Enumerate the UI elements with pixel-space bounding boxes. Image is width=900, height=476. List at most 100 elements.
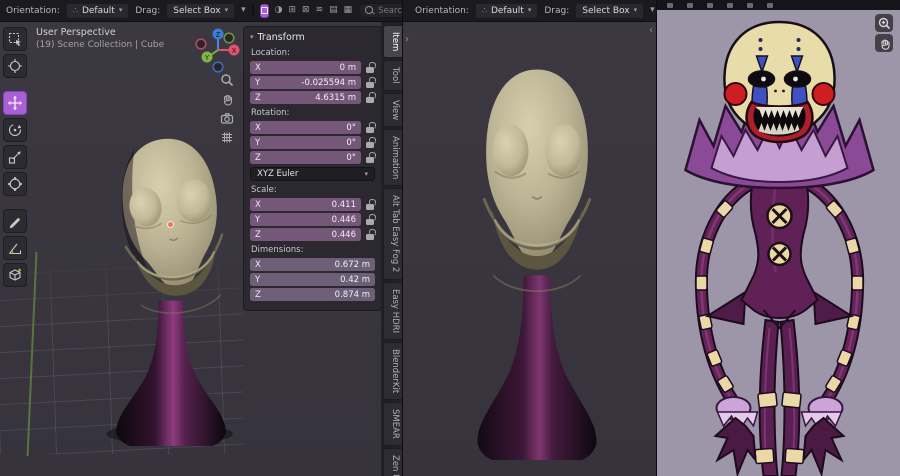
symmetry-icon[interactable]: ⊠ xyxy=(302,6,310,15)
tool-annotate-button[interactable] xyxy=(3,209,27,233)
snap-icon[interactable]: ⊞ xyxy=(289,6,297,15)
header-icon[interactable] xyxy=(667,2,673,8)
viewport1-header: Orientation: ∴ Default ▾ Drag: Select Bo… xyxy=(0,0,402,22)
scale-y-field[interactable]: Y 0.446 xyxy=(250,213,361,226)
tab-tool[interactable]: Tool xyxy=(383,60,402,91)
scale-z-field[interactable]: Z 0.446 xyxy=(250,228,361,241)
tool-select-box-button[interactable] xyxy=(3,27,27,51)
tab-easy-hdri[interactable]: Easy HDRI xyxy=(383,281,402,340)
lock-icon[interactable] xyxy=(365,122,375,134)
tool-measure-button[interactable] xyxy=(3,236,27,260)
rotation-y-field[interactable]: Y 0° xyxy=(250,136,361,149)
drag-dropdown[interactable]: Select Box ▾ xyxy=(166,2,236,19)
chevron-down-icon[interactable]: ▾ xyxy=(241,6,246,15)
tab-zen-uv-checker[interactable]: Zen UV Checker xyxy=(383,447,402,476)
tool-rotate-button[interactable] xyxy=(3,118,27,142)
lock-icon[interactable] xyxy=(365,92,375,104)
tool-add-cube-button[interactable] xyxy=(3,263,27,287)
lock-icon[interactable] xyxy=(365,152,375,164)
lock-icon[interactable] xyxy=(365,77,375,89)
location-y-field[interactable]: Y -0.025594 m xyxy=(250,76,361,89)
dimensions-z-field[interactable]: Z 0.874 m xyxy=(250,288,375,301)
tool-cursor-button[interactable] xyxy=(3,54,27,78)
drag-dropdown[interactable]: Select Box ▾ xyxy=(575,2,645,19)
measure-icon xyxy=(9,243,22,255)
viewport-3d-center: › ‹ Orientation: ∴ Default ▾ Drag: Selec… xyxy=(403,0,657,476)
tab-item[interactable]: Item xyxy=(383,25,402,59)
shading-sphere-icon[interactable] xyxy=(251,4,254,17)
lock-icon[interactable] xyxy=(365,199,375,211)
pan-hand-icon xyxy=(880,39,890,50)
clown-concept-art xyxy=(684,20,875,476)
overlays-icon[interactable]: ▤ xyxy=(329,6,338,15)
header-icon[interactable] xyxy=(767,2,773,8)
scale-x-field[interactable]: X 0.411 xyxy=(250,198,361,211)
mirror-icon[interactable]: ≋ xyxy=(316,6,324,15)
lock-icon[interactable] xyxy=(365,214,375,226)
tab-smear[interactable]: SMEAR xyxy=(383,402,402,446)
chevron-down-icon[interactable]: ▾ xyxy=(650,6,655,15)
rotation-x-field[interactable]: X 0° xyxy=(250,121,361,134)
chevron-down-icon: ▾ xyxy=(633,6,638,14)
toggle-ortho-icon[interactable] xyxy=(219,129,235,145)
reference-canvas[interactable] xyxy=(657,10,900,476)
header-icon[interactable] xyxy=(707,2,713,8)
expand-toolbar-chevron[interactable]: › xyxy=(405,34,409,45)
tool-move-button[interactable] xyxy=(3,91,27,115)
rotation-z-field[interactable]: Z 0° xyxy=(250,151,361,164)
lock-icon[interactable] xyxy=(365,229,375,241)
pan-hand-icon[interactable] xyxy=(219,91,235,107)
tab-animation[interactable]: Animation xyxy=(383,129,402,187)
select-box-icon xyxy=(8,32,21,46)
tool-transform-button[interactable] xyxy=(3,172,27,196)
zoom-button[interactable] xyxy=(875,14,893,32)
transform-panel: ▾ Transform Location: X0 m Y -0.025594 m … xyxy=(243,26,382,311)
3d-cursor[interactable] xyxy=(168,222,173,227)
sculpt-head-model-front[interactable] xyxy=(451,56,623,460)
location-label: Location: xyxy=(251,48,290,58)
move-icon xyxy=(7,95,23,111)
orientation-dropdown[interactable]: ∴ Default ▾ xyxy=(474,2,539,19)
rotation-mode-dropdown[interactable]: XYZ Euler ▾ xyxy=(250,167,375,181)
dimensions-x-field[interactable]: X 0.672 m xyxy=(250,258,375,271)
add-cube-icon xyxy=(9,268,22,281)
transform-panel-header[interactable]: ▾ Transform xyxy=(250,32,375,43)
transform-panel-title: Transform xyxy=(257,32,305,43)
tool-scale-button[interactable] xyxy=(3,145,27,169)
viewport2-header: Orientation: ∴ Default ▾ Drag: Select Bo… xyxy=(403,0,656,22)
collapse-sidebar-chevron[interactable]: ‹ xyxy=(649,25,653,36)
tab-view[interactable]: View xyxy=(383,92,402,128)
search-icon xyxy=(365,6,374,15)
dimensions-y-field[interactable]: Y 0.42 m xyxy=(250,273,375,286)
search-input[interactable]: Search xyxy=(358,3,402,18)
header-icon[interactable] xyxy=(727,2,733,8)
orientation-dropdown[interactable]: ∴ Default ▾ xyxy=(65,2,130,19)
reference-image-panel xyxy=(657,0,900,476)
tab-blenderkit[interactable]: BlenderKit xyxy=(383,341,402,401)
tab-alt-tab-easy-fog[interactable]: Alt Tab Easy Fog 2 xyxy=(383,188,402,280)
toolbar xyxy=(3,27,28,287)
header-icon[interactable] xyxy=(747,2,753,8)
lock-icon[interactable] xyxy=(365,137,375,149)
sculpt-head-model[interactable] xyxy=(92,128,250,446)
n-panel-tabs: Item Tool View Animation Alt Tab Easy Fo… xyxy=(381,22,402,476)
location-z-field[interactable]: Z 4.6315 m xyxy=(250,91,361,104)
proportional-editing-icon[interactable]: ◑ xyxy=(275,6,283,15)
rotate-icon xyxy=(8,123,22,137)
header-icon[interactable] xyxy=(687,2,693,8)
scale-icon xyxy=(8,151,21,164)
lock-icon[interactable] xyxy=(365,62,375,74)
orientation-label: Orientation: xyxy=(6,5,60,16)
navigation-gizmo[interactable]: Z X Y xyxy=(195,27,241,77)
location-x-field[interactable]: X0 m xyxy=(250,61,361,74)
chevron-down-icon: ▾ xyxy=(250,33,254,41)
drag-label: Drag: xyxy=(135,5,161,16)
camera-view-icon[interactable] xyxy=(219,110,235,126)
zoom-icon xyxy=(878,17,890,29)
pan-button[interactable] xyxy=(875,34,893,52)
render-pass-icon[interactable]: ▦ xyxy=(344,6,353,15)
zoom-icon[interactable] xyxy=(219,72,235,88)
axes-icon: ∴ xyxy=(72,6,78,15)
active-tool-icon[interactable] xyxy=(259,3,269,18)
viewport-3d-left: User Perspective (19) Scene Collection |… xyxy=(0,0,403,476)
